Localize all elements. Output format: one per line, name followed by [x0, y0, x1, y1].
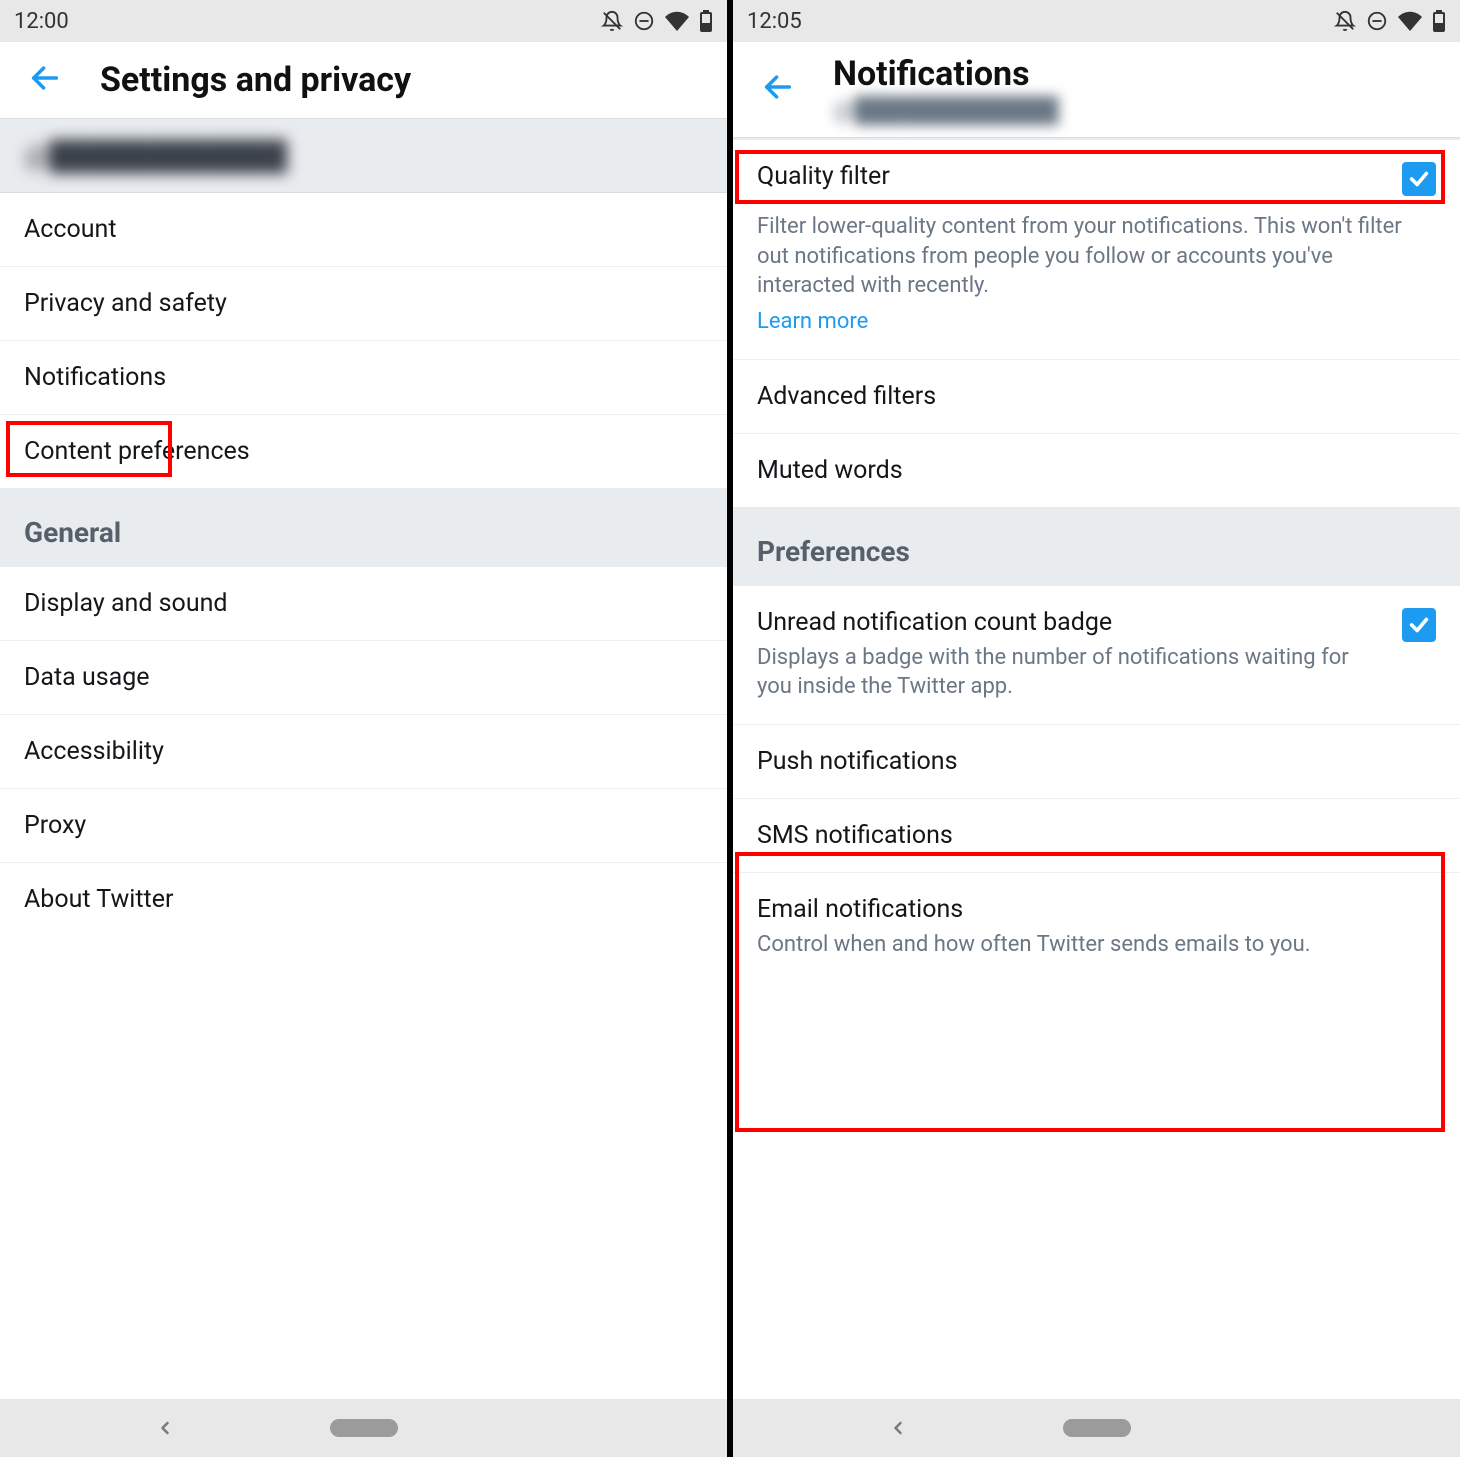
status-bar: 12:05: [733, 0, 1460, 42]
row-display-sound[interactable]: Display and sound: [0, 567, 727, 641]
wifi-icon: [1398, 11, 1422, 31]
row-push-notifications[interactable]: Push notifications: [733, 725, 1460, 799]
account-handle: @████████████: [24, 139, 287, 172]
back-arrow-icon[interactable]: [28, 61, 62, 99]
row-label: Push notifications: [757, 747, 958, 776]
status-time: 12:05: [747, 9, 802, 34]
row-label: Data usage: [24, 663, 150, 692]
row-description: Displays a badge with the number of noti…: [757, 643, 1386, 702]
row-unread-badge[interactable]: Unread notification count badge Displays…: [733, 586, 1460, 725]
row-muted-words[interactable]: Muted words: [733, 434, 1460, 507]
row-label: Privacy and safety: [24, 289, 227, 318]
row-label: Unread notification count badge: [757, 608, 1112, 637]
row-label: SMS notifications: [757, 821, 953, 850]
row-label: About Twitter: [24, 885, 173, 914]
row-email-notifications[interactable]: Email notifications Control when and how…: [733, 873, 1460, 982]
row-content-preferences[interactable]: Content preferences: [0, 415, 727, 488]
bell-off-icon: [601, 10, 623, 32]
row-sms-notifications[interactable]: SMS notifications: [733, 799, 1460, 873]
nav-back-icon[interactable]: [888, 1418, 908, 1438]
row-description: Control when and how often Twitter sends…: [757, 930, 1436, 960]
page-title: Settings and privacy: [100, 60, 411, 100]
nav-home-pill[interactable]: [1063, 1419, 1131, 1437]
row-label: Display and sound: [24, 589, 228, 618]
app-bar: Notifications @████████████: [733, 42, 1460, 138]
battery-icon: [1432, 10, 1446, 32]
wifi-icon: [665, 11, 689, 31]
phone-left: 12:00 Settings and privacy @████████████…: [0, 0, 730, 1457]
unread-badge-checkbox[interactable]: [1402, 608, 1436, 642]
row-label: Notifications: [24, 363, 166, 392]
row-label: Email notifications: [757, 895, 963, 924]
row-proxy[interactable]: Proxy: [0, 789, 727, 863]
account-handle-bar: @████████████: [0, 119, 727, 193]
page-subtitle-handle: @████████████: [833, 96, 1059, 125]
row-label: Content preferences: [24, 437, 250, 466]
settings-list: @████████████ Account Privacy and safety…: [0, 119, 727, 1399]
row-about-twitter[interactable]: About Twitter: [0, 863, 727, 936]
row-advanced-filters[interactable]: Advanced filters: [733, 360, 1460, 434]
phone-right: 12:05 Notifications @████████████ Qualit…: [730, 0, 1460, 1457]
row-label: Account: [24, 215, 117, 244]
bell-off-icon: [1334, 10, 1356, 32]
status-icons: [1334, 10, 1446, 32]
section-preferences: Preferences: [733, 507, 1460, 586]
do-not-disturb-icon: [633, 10, 655, 32]
row-quality-filter-desc: Filter lower-quality content from your n…: [733, 212, 1460, 360]
app-bar: Settings and privacy: [0, 42, 727, 119]
section-general: General: [0, 488, 727, 567]
row-label: Advanced filters: [757, 382, 936, 411]
quality-filter-checkbox[interactable]: [1402, 162, 1436, 196]
row-description: Filter lower-quality content from your n…: [757, 212, 1436, 301]
row-notifications[interactable]: Notifications: [0, 341, 727, 415]
notifications-list: Quality filter Filter lower-quality cont…: [733, 140, 1460, 1399]
nav-back-icon[interactable]: [155, 1418, 175, 1438]
row-label: Muted words: [757, 456, 903, 485]
back-arrow-icon[interactable]: [761, 70, 795, 108]
do-not-disturb-icon: [1366, 10, 1388, 32]
nav-bar: [0, 1399, 727, 1457]
row-privacy-safety[interactable]: Privacy and safety: [0, 267, 727, 341]
battery-icon: [699, 10, 713, 32]
row-accessibility[interactable]: Accessibility: [0, 715, 727, 789]
row-data-usage[interactable]: Data usage: [0, 641, 727, 715]
learn-more-link[interactable]: Learn more: [757, 307, 1436, 337]
row-account[interactable]: Account: [0, 193, 727, 267]
row-label: Quality filter: [757, 162, 890, 191]
status-icons: [601, 10, 713, 32]
row-label: Proxy: [24, 811, 86, 840]
row-quality-filter[interactable]: Quality filter: [733, 140, 1460, 206]
nav-home-pill[interactable]: [330, 1419, 398, 1437]
page-title: Notifications: [833, 54, 1059, 94]
nav-bar: [733, 1399, 1460, 1457]
status-time: 12:00: [14, 9, 69, 34]
status-bar: 12:00: [0, 0, 727, 42]
row-label: Accessibility: [24, 737, 164, 766]
